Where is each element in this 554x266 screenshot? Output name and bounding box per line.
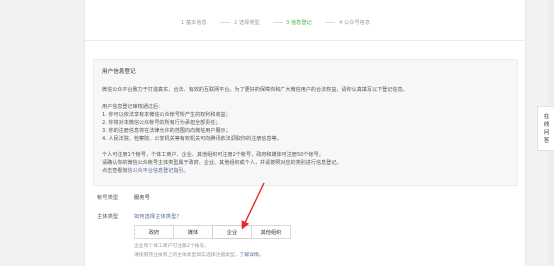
online-qa-char: 线 [543,121,550,128]
online-qa-char: 问 [543,129,550,136]
header-divider [85,40,525,41]
notice-item: 1. 你可以依法享有本微信公众帐号所产生的权利和收益； [102,112,231,118]
learn-more-link[interactable]: 了解详情。 [240,253,264,258]
step-basic-info: 1 基本信息 [181,20,207,26]
account-type-value: 服务号 [134,195,150,201]
online-qa-tab[interactable]: 在 线 问 答 [537,106,554,151]
subject-type-label: 主体类型 [97,214,119,220]
step-separator [220,22,230,23]
notice-item: 2. 你将对本微信公众帐号的所有行为承担全部责任； [102,120,221,126]
step-separator [273,22,283,23]
subject-tip: 请按照营业执照上的主体类型如实选择注册类型，了解详情。 [134,251,264,258]
subject-option-media[interactable]: 媒体 [173,225,213,239]
registration-notice: 用户信息登记 微信公众平台致力于打造真实、合法、有效的互联网平台。为了更好的保障… [93,59,518,186]
notice-intro: 微信公众平台致力于打造真实、合法、有效的互联网平台。为了更好的保障你和广大微信用… [102,87,408,93]
step-account-info: 4 公众号信息 [339,20,370,26]
notice-limit-line: 个人可注册1个帐号，个体工商户、企业、其他组织可注册2个帐号，政府和媒体可注册5… [102,152,324,158]
subject-option-government[interactable]: 政府 [134,225,174,239]
notice-item: 4. 人民法院、检察院、公安机关等有权机关可向腾讯依法调取你的注册信息等。 [102,136,282,142]
notice-title: 用户信息登记 [102,69,136,75]
registration-card: 1 基本信息 2 选择类型 3 信息登记 4 公众号信息 用户信息登记 微信公众… [84,0,526,266]
subject-option-enterprise[interactable]: 企业 [212,225,252,239]
notice-limit-line: 请确认你的微信公众帐号主体类型属于政府、企业、其他组织或个人，并请按照对应的类别… [102,160,342,166]
account-type-label: 帐号类型 [97,195,119,201]
subject-type-help-link[interactable]: 如何选择主体类型？ [134,212,182,220]
step-separator [325,22,335,23]
notice-approved-header: 用户信息登记审核通过后： [102,104,164,110]
subject-option-other-org[interactable]: 其他组织 [251,225,291,239]
online-qa-char: 答 [543,137,550,144]
subject-type-options: 政府 媒体 企业 其他组织 [134,225,291,239]
step-select-type: 2 选择类型 [234,20,260,26]
notice-guide: 点击查看微信公众平台信息登记指引。 [102,167,189,174]
guide-prefix: 点击查看 [102,168,123,174]
guide-link[interactable]: 微信公众平台信息登记指引。 [122,168,188,174]
subject-tip: 企业和个体工商户可注册2个帐号。 [134,244,210,249]
online-qa-char: 在 [543,113,550,120]
notice-item: 3. 你的注册信息将在法律允许的范围内向微信用户展示； [102,128,231,134]
subject-tip-text: 请按照营业执照上的主体类型如实选择注册类型， [134,253,240,258]
step-info-registration: 3 信息登记 [286,20,312,26]
